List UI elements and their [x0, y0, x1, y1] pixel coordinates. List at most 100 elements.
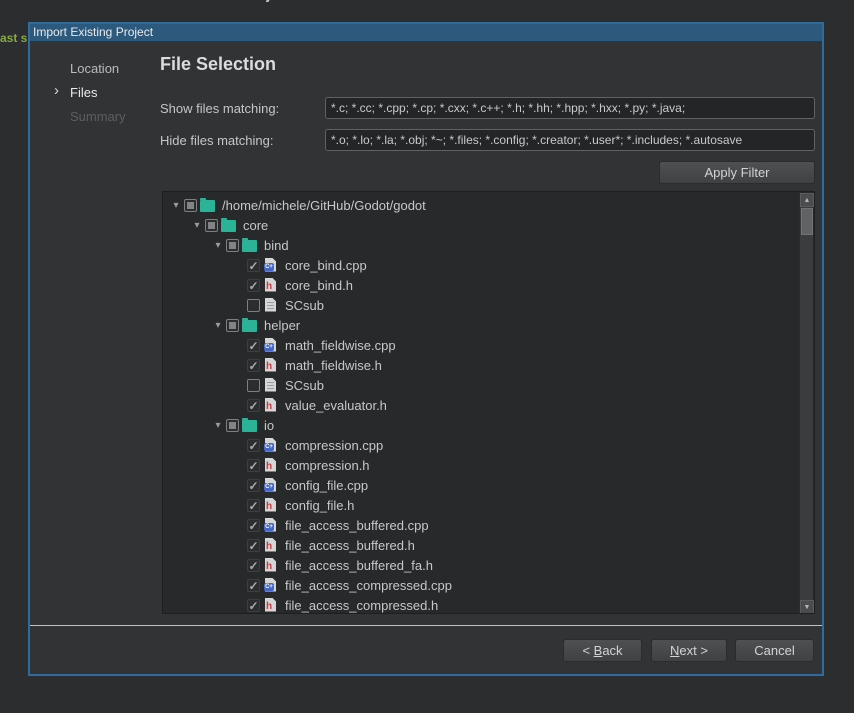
tree-item-label: compression.h [285, 458, 370, 473]
tree-row[interactable]: ✓C+ compression.cpp [163, 435, 783, 455]
checkbox-checked[interactable]: ✓ [247, 579, 260, 592]
tree-row[interactable]: ▾ bind [163, 235, 783, 255]
header-file-icon: h [263, 398, 278, 413]
tree-row[interactable]: ▾ io [163, 415, 783, 435]
background-recent-projects-title: Recent Projects [187, 0, 387, 5]
tree-row[interactable]: ✓h file_access_buffered.h [163, 535, 783, 555]
file-tree: ▾/home/michele/GitHub/Godot/godot▾core▾b… [162, 191, 815, 614]
tree-row[interactable]: ✓hfile_access_compressed.h [163, 595, 783, 614]
scroll-down-icon[interactable]: ▼ [800, 600, 814, 614]
header-file-icon: h [263, 598, 278, 613]
back-button[interactable]: < Back [563, 639, 642, 662]
checkbox-checked[interactable]: ✓ [247, 459, 260, 472]
file-icon [263, 298, 278, 313]
checkbox-partial[interactable] [226, 239, 239, 252]
file-icon [263, 378, 278, 393]
sidebar-item-summary: Summary [70, 109, 126, 124]
tree-row[interactable]: ✓C+ math_fieldwise.cpp [163, 335, 783, 355]
checkbox-checked[interactable]: ✓ [247, 259, 260, 272]
tree-row[interactable]: ▾ helper [163, 315, 783, 335]
checkbox-checked[interactable]: ✓ [247, 479, 260, 492]
checkbox-partial[interactable] [226, 419, 239, 432]
import-existing-project-dialog: Import Existing Project › Location Files… [28, 22, 824, 676]
cancel-button[interactable]: Cancel [735, 639, 814, 662]
header-file-icon: h [263, 538, 278, 553]
checkbox-checked[interactable]: ✓ [247, 339, 260, 352]
tree-row[interactable]: ✓C+ file_access_compressed.cpp [163, 575, 783, 595]
tree-row[interactable]: ✓h math_fieldwise.h [163, 355, 783, 375]
tree-row[interactable]: ✓h value_evaluator.h [163, 395, 783, 415]
checkbox-unchecked[interactable] [247, 299, 260, 312]
checkbox-checked[interactable]: ✓ [247, 359, 260, 372]
dialog-titlebar[interactable]: Import Existing Project [30, 24, 822, 41]
tree-row[interactable]: SCsub [163, 375, 783, 395]
header-file-icon: h [263, 458, 278, 473]
scrollbar-thumb[interactable] [801, 208, 813, 235]
tree-item-label: config_file.cpp [285, 478, 368, 493]
hide-files-input[interactable] [325, 129, 815, 151]
tree-row[interactable]: ✓hconfig_file.h [163, 495, 783, 515]
cpp-file-icon: C+ [263, 438, 278, 453]
tree-item-label: config_file.h [285, 498, 354, 513]
checkbox-partial[interactable] [205, 219, 218, 232]
tree-item-label: bind [264, 238, 289, 253]
checkbox-checked[interactable]: ✓ [247, 599, 260, 612]
hide-files-label: Hide files matching: [160, 133, 273, 148]
checkbox-checked[interactable]: ✓ [247, 399, 260, 412]
checkbox-partial[interactable] [184, 199, 197, 212]
cpp-file-icon: C+ [263, 478, 278, 493]
folder-icon [200, 200, 215, 212]
sidebar-item-location: Location [70, 61, 119, 76]
tree-item-label: SCsub [285, 378, 324, 393]
cpp-file-icon: C+ [263, 258, 278, 273]
tree-item-label: SCsub [285, 298, 324, 313]
tree-item-label: helper [264, 318, 300, 333]
tree-row[interactable]: ✓C+file_access_buffered.cpp [163, 515, 783, 535]
page-title: File Selection [160, 54, 276, 75]
checkbox-checked[interactable]: ✓ [247, 559, 260, 572]
checkbox-unchecked[interactable] [247, 379, 260, 392]
folder-icon [242, 320, 257, 332]
tree-row[interactable]: ✓C+core_bind.cpp [163, 255, 783, 275]
cpp-file-icon: C+ [263, 518, 278, 533]
header-file-icon: h [263, 278, 278, 293]
tree-scrollbar[interactable]: ▲ ▼ [799, 193, 813, 614]
tree-item-label: io [264, 418, 274, 433]
checkbox-checked[interactable]: ✓ [247, 439, 260, 452]
tree-item-label: file_access_compressed.cpp [285, 578, 452, 593]
scroll-up-icon[interactable]: ▲ [800, 193, 814, 207]
checkbox-partial[interactable] [226, 319, 239, 332]
tree-item-label: compression.cpp [285, 438, 383, 453]
checkbox-checked[interactable]: ✓ [247, 499, 260, 512]
tree-row[interactable]: SCsub [163, 295, 783, 315]
expander-icon[interactable]: ▾ [210, 240, 226, 251]
tree-row[interactable]: ✓hcore_bind.h [163, 275, 783, 295]
checkbox-checked[interactable]: ✓ [247, 539, 260, 552]
checkbox-checked[interactable]: ✓ [247, 519, 260, 532]
cpp-file-icon: C+ [263, 578, 278, 593]
tree-row[interactable]: ▾/home/michele/GitHub/Godot/godot [163, 195, 783, 215]
expander-icon[interactable]: ▾ [189, 220, 205, 231]
background-left-text-fragment: ast s [0, 31, 27, 45]
tree-row[interactable]: ▾ core [163, 215, 783, 235]
cpp-file-icon: C+ [263, 338, 278, 353]
apply-filter-button[interactable]: Apply Filter [659, 161, 815, 184]
tree-item-label: core [243, 218, 268, 233]
tree-item-label: math_fieldwise.h [285, 358, 382, 373]
tree-item-label: math_fieldwise.cpp [285, 338, 396, 353]
expander-icon[interactable]: ▾ [210, 420, 226, 431]
folder-icon [221, 220, 236, 232]
tree-row[interactable]: ✓C+ config_file.cpp [163, 475, 783, 495]
header-file-icon: h [263, 358, 278, 373]
tree-item-label: file_access_buffered.h [285, 538, 415, 553]
checkbox-checked[interactable]: ✓ [247, 279, 260, 292]
show-files-input[interactable] [325, 97, 815, 119]
tree-row[interactable]: ✓hfile_access_buffered_fa.h [163, 555, 783, 575]
expander-icon[interactable]: ▾ [168, 200, 184, 211]
tree-row[interactable]: ✓h compression.h [163, 455, 783, 475]
tree-item-label: value_evaluator.h [285, 398, 387, 413]
folder-icon [242, 420, 257, 432]
next-button[interactable]: Next > [651, 639, 727, 662]
chevron-right-icon: › [54, 84, 59, 97]
expander-icon[interactable]: ▾ [210, 320, 226, 331]
